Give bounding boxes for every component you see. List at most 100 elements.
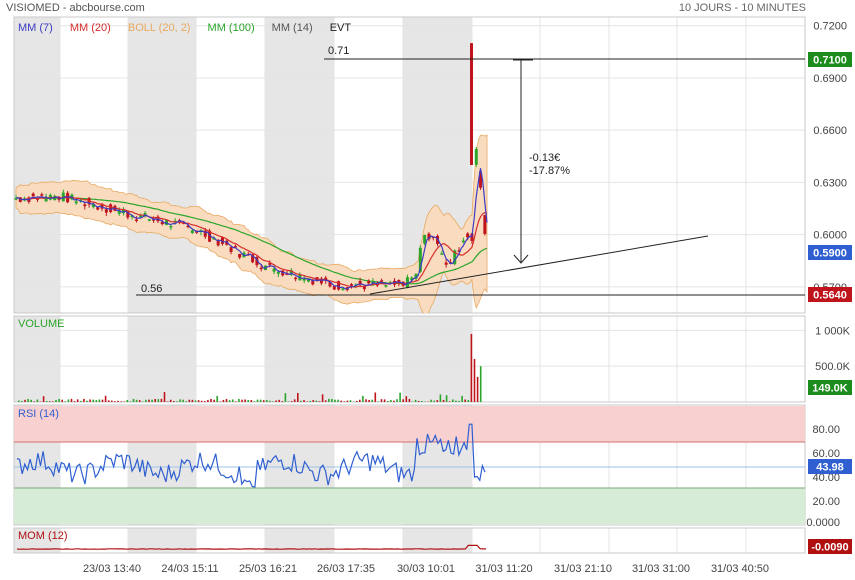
volume-bar — [464, 399, 466, 402]
volume-bar — [337, 399, 339, 402]
price-last-badge: 0.5900 — [808, 245, 852, 260]
candle-body — [238, 253, 242, 258]
volume-bar — [300, 400, 302, 402]
candle-body — [40, 194, 44, 196]
volume-bar — [284, 393, 287, 402]
rsi-badge: 43.98 — [808, 459, 852, 474]
volume-bar — [30, 399, 32, 402]
volume-bar — [253, 401, 256, 402]
volume-bar — [250, 400, 253, 402]
volume-bar — [479, 366, 482, 402]
volume-bar — [359, 399, 361, 402]
volume-bar — [179, 399, 181, 402]
volume-bar — [197, 400, 200, 402]
volume-bar — [408, 398, 411, 402]
volume-bar — [228, 400, 231, 402]
volume-bar — [55, 400, 57, 402]
legend-ma20[interactable]: MM (20) — [70, 22, 111, 34]
volume-bar — [21, 400, 23, 402]
volume-bar — [207, 399, 209, 402]
candle-body — [444, 262, 448, 265]
volume-bar — [445, 395, 448, 402]
legend-boll[interactable]: BOLL (20, 2) — [128, 22, 191, 34]
volume-bar — [467, 399, 470, 402]
volume-bar — [455, 400, 457, 402]
volume-bar — [278, 399, 280, 402]
time-tick-label: 24/03 15:11 — [161, 563, 218, 575]
candle-body — [134, 219, 138, 221]
volume-bar — [104, 395, 107, 402]
stock-chart: 0.71 0.56 -0.13€ -17.87% 0.7200 0.6900 0.6… — [13, 16, 852, 575]
volume-bar — [461, 395, 463, 402]
candle-body — [74, 201, 78, 204]
volume-bar — [176, 401, 178, 402]
price-tick-label: 0.6000 — [813, 230, 847, 242]
candle-body — [367, 280, 371, 284]
volume-bar — [61, 399, 63, 402]
legend-ma14[interactable]: MM (14) — [272, 22, 313, 34]
mom-label: MOM (12) — [18, 530, 68, 542]
candle-body — [384, 285, 388, 287]
volume-bar — [204, 401, 206, 402]
volume-bar — [318, 401, 321, 402]
legend-evt[interactable]: EVT — [330, 22, 351, 34]
volume-bar — [371, 399, 373, 402]
volume-bar — [377, 401, 380, 402]
volume-bar — [222, 399, 225, 402]
volume-bar — [380, 399, 383, 402]
volume-bar — [293, 399, 296, 402]
volume-bar — [405, 396, 408, 402]
volume-bar — [86, 400, 88, 402]
volume-bar — [383, 399, 386, 402]
volume-bar — [368, 399, 370, 402]
candle-body — [276, 272, 280, 274]
volume-bar — [452, 399, 454, 402]
volume-bar — [458, 400, 460, 402]
volume-bar — [272, 401, 274, 402]
price-tick-label: 0.7200 — [813, 21, 847, 33]
volume-bar — [142, 401, 144, 402]
low-annotation: 0.56 — [141, 283, 162, 295]
rsi-tick-label: 20.00 — [812, 496, 840, 508]
legend-ma100[interactable]: MM (100) — [208, 22, 255, 34]
volume-bar — [235, 401, 237, 402]
volume-bar — [185, 401, 187, 402]
volume-bar — [200, 400, 203, 402]
time-tick-label: 31/03 40:50 — [711, 563, 769, 575]
volume-bar — [470, 333, 473, 402]
volume-bar — [259, 399, 262, 402]
volume-bar — [321, 394, 324, 402]
volume-bar — [42, 396, 45, 402]
volume-bar — [390, 399, 392, 402]
candle-body — [104, 209, 108, 213]
volume-bar — [83, 398, 85, 402]
volume-bar — [241, 399, 243, 402]
volume-bar — [154, 399, 156, 402]
volume-bar — [402, 399, 404, 402]
volume-bar — [346, 400, 349, 402]
candle-body — [332, 286, 336, 290]
volume-bar — [194, 400, 197, 402]
session-band — [14, 17, 60, 313]
legend-ma7[interactable]: MM (7) — [18, 22, 53, 34]
rsi-tick-label: 60.00 — [812, 448, 840, 460]
volume-bar — [386, 400, 389, 402]
time-tick-label: 31/03 11:20 — [475, 563, 532, 575]
volume-bar — [129, 401, 132, 402]
volume-bar — [107, 400, 110, 402]
volume-bar — [315, 400, 318, 402]
volume-bar — [45, 400, 48, 402]
volume-bar — [297, 393, 299, 402]
rsi-oversold-zone — [14, 488, 805, 524]
volume-bar — [52, 401, 54, 402]
candle-body — [380, 280, 384, 282]
volume-bar — [365, 399, 367, 402]
volume-bar — [430, 399, 432, 402]
candle-body — [229, 247, 233, 252]
volume-bar — [256, 399, 259, 402]
volume-bar — [64, 401, 67, 402]
volume-bar — [95, 400, 98, 402]
volume-bar — [442, 399, 445, 402]
volume-bar — [18, 400, 20, 402]
volume-bar — [173, 401, 175, 402]
